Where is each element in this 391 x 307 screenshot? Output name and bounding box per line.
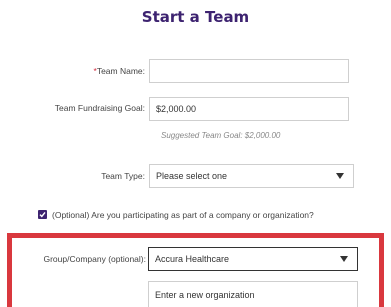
team-name-input[interactable] [149, 59, 349, 83]
new-organization-placeholder: Enter a new organization [155, 289, 255, 300]
team-type-value: Please select one [156, 171, 228, 181]
fundraising-goal-label: Team Fundraising Goal: [54, 103, 145, 113]
group-company-value: Accura Healthcare [155, 254, 230, 264]
new-organization-input[interactable]: Enter a new organization [148, 281, 358, 307]
fundraising-goal-value: $2,000.00 [156, 104, 197, 114]
company-checkbox-label: (Optional) Are you participating as part… [52, 210, 314, 220]
chevron-down-icon [340, 256, 348, 262]
group-company-label: Group/Company (optional): [43, 254, 146, 264]
company-checkbox[interactable] [38, 210, 47, 219]
team-name-label: *Team Name: [40, 66, 146, 76]
group-company-select[interactable]: Accura Healthcare [148, 247, 358, 271]
page-title: Start a Team [141, 8, 250, 26]
checkmark-icon [39, 211, 46, 218]
team-name-label-text: Team Name: [96, 66, 145, 76]
team-type-select[interactable]: Please select one [149, 164, 354, 188]
chevron-down-icon [336, 173, 344, 179]
suggested-goal-hint: Suggested Team Goal: $2,000.00 [161, 131, 281, 140]
team-type-label: Team Type: [101, 171, 145, 181]
fundraising-goal-input[interactable]: $2,000.00 [149, 97, 349, 121]
